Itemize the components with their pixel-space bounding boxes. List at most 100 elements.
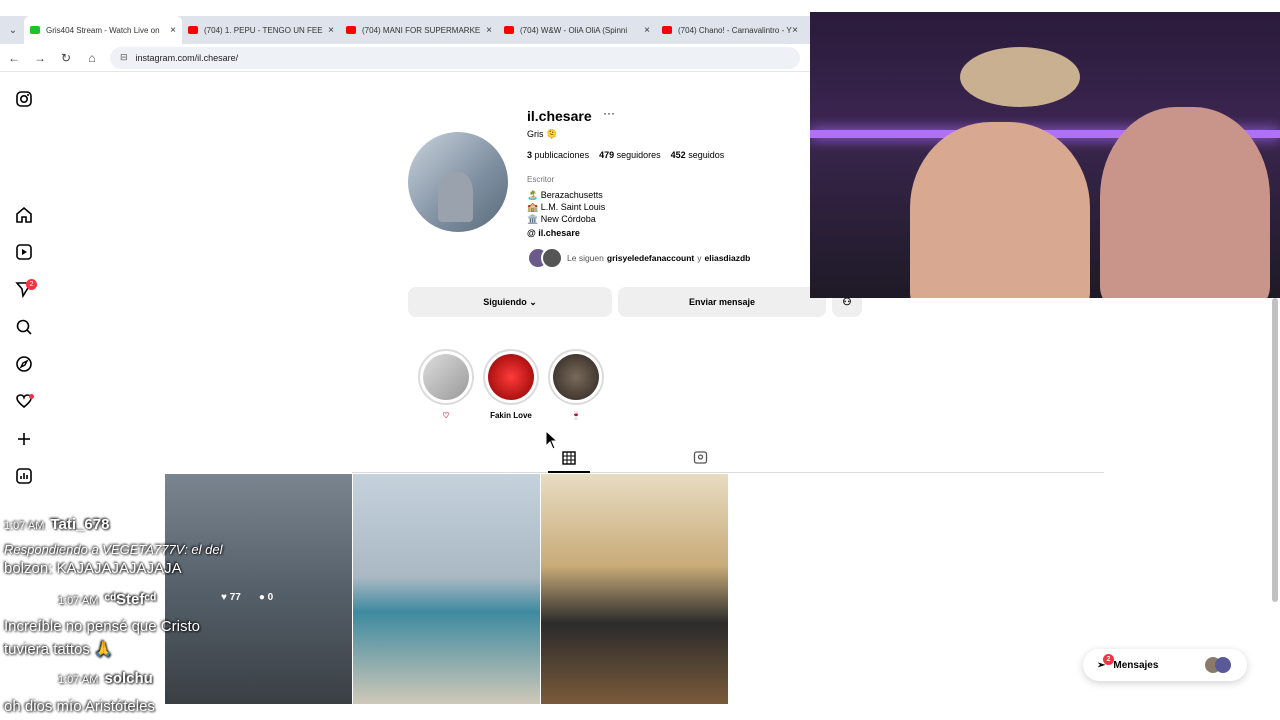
chat-username: Tati_678	[50, 516, 110, 533]
tagged-icon[interactable]	[693, 450, 708, 465]
create-icon[interactable]	[14, 429, 34, 449]
dashboard-icon[interactable]	[14, 466, 34, 486]
chat-user-line: 1:07 AM solchu	[58, 670, 153, 687]
highlight-label: Fakin Love	[490, 411, 532, 420]
instagram-logo-icon[interactable]	[14, 89, 34, 109]
threads-icon: @	[527, 228, 536, 238]
profile-full-name: Gris 🫠	[527, 129, 558, 139]
site-info-icon[interactable]: ⊟	[120, 52, 128, 63]
following-label: Siguiendo	[483, 297, 527, 307]
messages-label: Mensajes	[1113, 659, 1159, 671]
mouse-cursor-icon	[545, 430, 559, 450]
chat-message: tuviera tattos 🙏	[4, 641, 113, 658]
threads-handle: il.chesare	[538, 228, 580, 238]
following-count[interactable]: 452 seguidos	[671, 150, 725, 160]
tabs-divider	[352, 472, 1104, 473]
threads-link[interactable]: @ il.chesare	[527, 228, 580, 238]
home-icon[interactable]	[14, 205, 34, 225]
browser-tab[interactable]: (704) W&W - OliA OliA (Spinni ×	[498, 16, 656, 44]
chat-user-line: 1:07 AM Tati_678	[4, 516, 109, 533]
instagram-sidebar: 2	[0, 72, 48, 512]
chat-user-line: 1:07 AM ᶜᵈStefᶜᵈ	[58, 591, 156, 608]
bio-line: 🏫 L.M. Saint Louis	[527, 202, 606, 212]
webcam-overlay	[810, 12, 1280, 298]
close-icon[interactable]: ×	[486, 25, 492, 36]
active-tab-indicator	[548, 471, 590, 473]
avatar	[1215, 657, 1231, 673]
close-icon[interactable]: ×	[328, 25, 334, 36]
chat-time: 1:07 AM	[58, 595, 99, 607]
profile-avatar[interactable]	[408, 132, 508, 232]
messages-button[interactable]: ➢ Mensajes 2	[1083, 649, 1247, 681]
tab-title: Gris404 Stream - Watch Live on	[46, 25, 160, 35]
scrollbar[interactable]	[1272, 298, 1278, 602]
notification-badge: 2	[26, 279, 37, 290]
send-message-button[interactable]: Enviar mensaje	[618, 287, 826, 317]
chat-time: 1:07 AM	[4, 520, 45, 532]
browser-tab[interactable]: Gris404 Stream - Watch Live on ×	[24, 16, 182, 44]
story-highlight[interactable]	[548, 349, 604, 405]
back-icon[interactable]: ←	[2, 51, 26, 65]
chat-message: bolzon: KAJAJAJAJAJAJA	[4, 560, 182, 577]
add-user-icon: ⚇	[842, 296, 852, 308]
chat-time: 1:07 AM	[58, 674, 99, 686]
posts-grid-icon[interactable]	[562, 451, 576, 465]
story-highlight[interactable]	[418, 349, 474, 405]
more-options-icon[interactable]: ···	[603, 106, 615, 120]
browser-tab[interactable]: (704) Chano! - Carnavalintro - Y ×	[656, 16, 804, 44]
followers-count[interactable]: 479 seguidores	[599, 150, 661, 160]
home-icon[interactable]: ⌂	[80, 51, 104, 65]
send-message-label: Enviar mensaje	[688, 297, 756, 307]
bio-line: 🏛️ New Córdoba	[527, 214, 596, 224]
forward-icon[interactable]: →	[28, 51, 52, 65]
profile-stats: 3 publicaciones 479 seguidores 452 segui…	[527, 150, 724, 160]
close-icon[interactable]: ×	[644, 25, 650, 36]
browser-tab[interactable]: (704) MANI FOR SUPERMARKE ×	[340, 16, 498, 44]
explore-icon[interactable]	[14, 354, 34, 374]
highlight-label: 🍷	[571, 411, 581, 420]
follower-avatar	[541, 247, 563, 269]
reload-icon[interactable]: ↻	[54, 51, 78, 65]
tab-title: (704) 1. PEPU - TENGO UN FEE	[204, 25, 323, 35]
profile-username: il.chesare	[527, 108, 592, 124]
kick-icon	[30, 26, 40, 34]
messages-badge: 2	[1103, 654, 1114, 665]
youtube-icon	[346, 26, 356, 34]
followed-by-user: eliasdiazdb	[704, 253, 751, 263]
chat-message: oh dios mío Aristóteles	[4, 698, 155, 715]
url-field[interactable]: ⊟ instagram.com/il.chesare/	[110, 46, 800, 69]
followed-by[interactable]: Le siguen grisyeledefanaccount y eliasdi…	[527, 247, 753, 269]
notification-dot	[29, 394, 34, 399]
followed-by-user: grisyeledefanaccount	[606, 253, 695, 263]
close-icon[interactable]: ×	[170, 25, 176, 36]
chat-username: solchu	[104, 670, 153, 687]
tab-list-icon[interactable]: ⌄	[2, 25, 24, 36]
chat-overlay: 1:07 AM Tati_678 Respondiendo a VEGETA77…	[0, 510, 350, 720]
chat-message: Increíble no pensé que Cristo	[4, 618, 200, 635]
followed-by-separator: y	[697, 253, 702, 263]
youtube-icon	[662, 26, 672, 34]
profile-bio: 🏝️ Berazachusetts 🏫 L.M. Saint Louis 🏛️ …	[527, 189, 605, 225]
tab-title: (704) Chano! - Carnavalintro - Y	[678, 25, 792, 35]
tab-title: (704) W&W - OliA OliA (Spinni	[520, 25, 628, 35]
url-text: instagram.com/il.chesare/	[135, 52, 239, 63]
close-icon[interactable]: ×	[792, 25, 798, 36]
search-icon[interactable]	[14, 317, 34, 337]
reels-icon[interactable]	[14, 242, 34, 262]
post-thumbnail[interactable]	[353, 474, 540, 704]
post-thumbnail[interactable]	[541, 474, 728, 704]
bio-line: 🏝️ Berazachusetts	[527, 190, 603, 200]
youtube-icon	[504, 26, 514, 34]
highlight-label: ♡	[442, 411, 450, 420]
streamer-right	[1100, 107, 1270, 298]
followed-by-prefix: Le siguen	[567, 253, 604, 263]
browser-tab[interactable]: (704) 1. PEPU - TENGO UN FEE ×	[182, 16, 340, 44]
address-bar: ← → ↻ ⌂ ⊟ instagram.com/il.chesare/	[0, 44, 810, 72]
following-button[interactable]: Siguiendo ⌄	[408, 287, 612, 317]
profile-category: Escritor	[527, 175, 555, 184]
youtube-icon	[188, 26, 198, 34]
browser-tab-bar: ⌄ Gris404 Stream - Watch Live on × (704) …	[0, 16, 810, 44]
tab-title: (704) MANI FOR SUPERMARKE	[362, 25, 481, 35]
chevron-down-icon: ⌄	[529, 296, 537, 307]
story-highlight[interactable]	[483, 349, 539, 405]
